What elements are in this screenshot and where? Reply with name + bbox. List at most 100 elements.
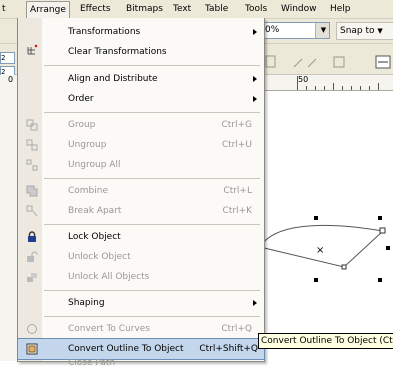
drawing-canvas[interactable]: ×: [258, 200, 393, 300]
menu-item-window[interactable]: Window: [281, 3, 317, 15]
selection-handle[interactable]: [314, 278, 318, 282]
ruler-tick: [378, 83, 379, 90]
menu-align-distribute[interactable]: Align and Distribute: [18, 69, 264, 89]
menu-label: Convert Outline To Object: [68, 344, 184, 354]
menu-separator: [44, 178, 260, 179]
menu-separator: [44, 290, 260, 291]
selection-handle[interactable]: [378, 216, 382, 220]
menu-separator: [44, 224, 260, 225]
group-icon: [26, 119, 38, 131]
unlock-icon: [27, 251, 38, 262]
menu-group[interactable]: Group Ctrl+G: [18, 115, 264, 135]
ruler-tick: [306, 86, 307, 90]
ruler-tick: [297, 76, 298, 90]
menu-label: Shaping: [68, 298, 105, 308]
selection-handle[interactable]: [378, 278, 382, 282]
ruler-tick: [333, 83, 334, 90]
menu-convert-to-curves[interactable]: Convert To Curves Ctrl+Q: [18, 319, 264, 339]
menu-item-bitmaps[interactable]: Bitmaps: [126, 3, 163, 15]
submenu-arrow-icon: [253, 29, 257, 35]
menu-lock-object[interactable]: Lock Object: [18, 227, 264, 247]
menu-label: Close Path: [68, 359, 116, 367]
menu-item-text[interactable]: Text: [173, 3, 191, 15]
menu-label: Unlock Object: [68, 252, 131, 262]
width-field[interactable]: 2 mm: [0, 52, 15, 64]
menu-label: Break Apart: [68, 206, 122, 216]
line-icon: [293, 58, 317, 68]
submenu-arrow-icon: [253, 96, 257, 102]
arrange-menu: Transformations Clear Transformations Al…: [17, 18, 265, 367]
menu-label: Clear Transformations: [68, 47, 167, 57]
menu-ungroup-all[interactable]: Ungroup All: [18, 155, 264, 175]
menu-label: Transformations: [68, 27, 141, 37]
menu-bar: t Arrange Effects Bitmaps Text Table Too…: [0, 0, 393, 19]
ungroup-all-icon: [26, 159, 38, 171]
snap-to-button[interactable]: Snap to ▼: [336, 22, 393, 40]
menu-item-arrange[interactable]: Arrange: [26, 1, 70, 18]
menu-label: Order: [68, 94, 94, 104]
menu-label: Align and Distribute: [68, 74, 158, 84]
submenu-arrow-icon: [253, 300, 257, 306]
menu-combine[interactable]: Combine Ctrl+L: [18, 181, 264, 201]
menu-separator: [44, 65, 260, 66]
selection-handle[interactable]: [314, 216, 318, 220]
menu-ungroup[interactable]: Ungroup Ctrl+U: [18, 135, 264, 155]
ruler-tick: [342, 86, 343, 90]
menu-separator: [44, 316, 260, 317]
break-apart-icon: [26, 205, 38, 217]
property-icons: [265, 55, 391, 69]
center-mark-icon: ×: [316, 245, 324, 256]
menu-label: Ungroup All: [68, 160, 121, 170]
ruler-tick: [315, 86, 316, 90]
menu-shaping[interactable]: Shaping: [18, 293, 264, 313]
ungroup-icon: [26, 139, 38, 151]
menu-item-layout-partial[interactable]: t: [2, 3, 6, 15]
node-handle: [341, 264, 347, 270]
submenu-arrow-icon: [253, 76, 257, 82]
chevron-down-icon: ▼: [377, 27, 383, 35]
menu-item-effects[interactable]: Effects: [80, 3, 111, 15]
unlock-all-icon: [27, 273, 37, 282]
menu-label: Lock Object: [68, 232, 121, 242]
menu-convert-outline-to-object[interactable]: Convert Outline To Object Ctrl+Shift+Q: [17, 338, 265, 360]
menu-shortcut: Ctrl+Q: [221, 324, 252, 334]
convert-curves-icon: [27, 324, 37, 334]
zoom-combo[interactable]: 0% ▼: [262, 22, 330, 39]
menu-shortcut: Ctrl+L: [223, 186, 252, 196]
menu-close-path[interactable]: Close Path: [18, 359, 264, 367]
menu-label: Convert To Curves: [68, 324, 151, 334]
menu-clear-transformations[interactable]: Clear Transformations: [18, 42, 264, 62]
menu-order[interactable]: Order: [18, 89, 264, 109]
menu-shortcut: Ctrl+K: [222, 206, 252, 216]
menu-label: Combine: [68, 186, 109, 196]
ruler-tick: [360, 86, 361, 90]
node-handle: [379, 227, 386, 234]
chevron-down-icon[interactable]: ▼: [315, 23, 329, 38]
lock-icon: [28, 231, 36, 242]
menu-unlock-object[interactable]: Unlock Object: [18, 247, 264, 267]
menu-shortcut: Ctrl+U: [221, 140, 252, 150]
convert-outline-icon: [26, 343, 38, 355]
tooltip: Convert Outline To Object (Ctrl: [258, 333, 393, 349]
menu-transformations[interactable]: Transformations: [18, 22, 264, 42]
combine-icon: [26, 185, 38, 197]
ruler-label-0: 0: [8, 75, 14, 84]
zoom-value: 0%: [265, 25, 280, 35]
ruler-tick: [351, 86, 352, 90]
menu-shortcut: Ctrl+G: [221, 120, 252, 130]
snap-label: Snap to: [340, 26, 375, 36]
menu-item-table[interactable]: Table: [205, 3, 228, 15]
menu-item-tools[interactable]: Tools: [245, 3, 267, 15]
menu-label: Ungroup: [68, 140, 107, 150]
convert-icon: [333, 56, 345, 68]
ruler-label-50: 50: [298, 75, 309, 84]
ruler-tick: [369, 86, 370, 90]
menu-label: Group: [68, 120, 96, 130]
ruler-tick: [324, 86, 325, 90]
menu-label: Unlock All Objects: [68, 272, 150, 282]
menu-separator: [44, 112, 260, 113]
menu-item-help[interactable]: Help: [330, 3, 351, 15]
menu-break-apart[interactable]: Break Apart Ctrl+K: [18, 201, 264, 221]
menu-unlock-all-objects[interactable]: Unlock All Objects: [18, 267, 264, 287]
selection-handle[interactable]: [386, 246, 390, 250]
